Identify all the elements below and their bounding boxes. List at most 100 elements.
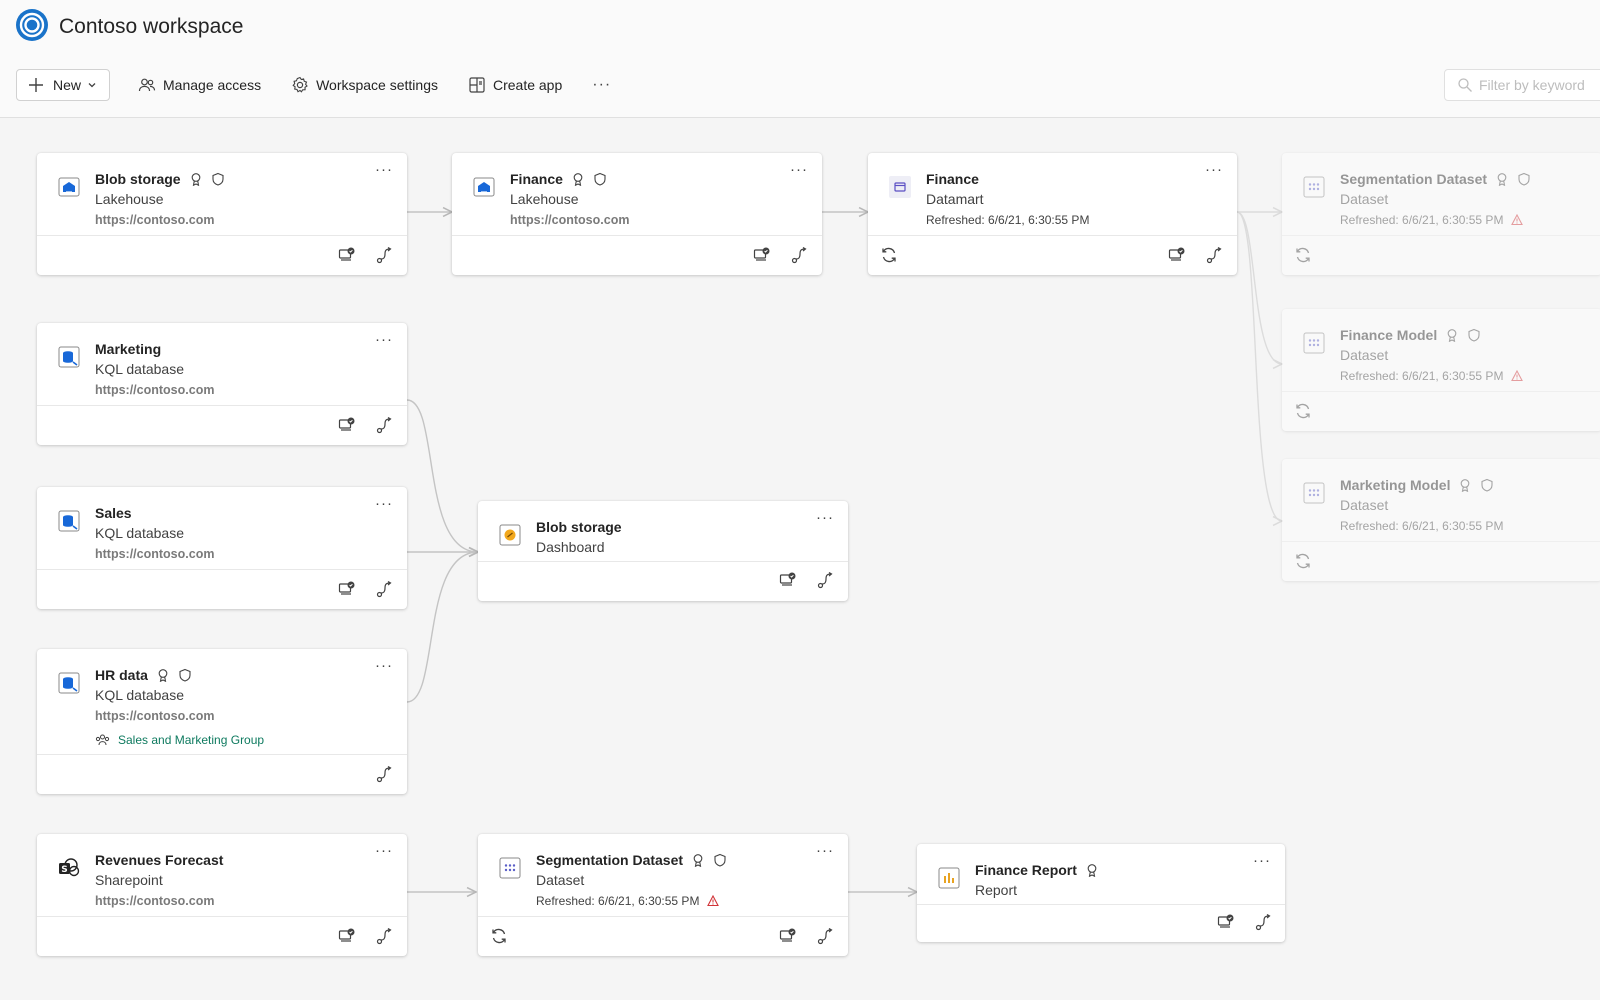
impact-analysis-icon[interactable] bbox=[338, 246, 356, 264]
card-refreshed: Refreshed: 6/6/21, 6:30:55 PM bbox=[1340, 519, 1504, 533]
lineage-icon[interactable] bbox=[376, 246, 394, 264]
card-hr-data-kql[interactable]: HR data KQL database https://contoso.com… bbox=[37, 649, 407, 794]
impact-analysis-icon[interactable] bbox=[338, 927, 356, 945]
create-app-button[interactable]: Create app bbox=[468, 69, 562, 101]
lineage-icon[interactable] bbox=[1255, 913, 1273, 931]
refresh-icon[interactable] bbox=[1294, 246, 1312, 264]
card-name: Finance Model bbox=[1340, 327, 1438, 343]
card-more-button[interactable]: ··· bbox=[816, 509, 834, 526]
card-type: Lakehouse bbox=[95, 191, 164, 207]
search-icon bbox=[1458, 78, 1472, 92]
new-button[interactable]: New bbox=[16, 69, 111, 101]
endorsement-icon bbox=[191, 173, 200, 186]
card-segmentation-dataset[interactable]: Segmentation Dataset Dataset Refreshed: … bbox=[478, 834, 848, 956]
card-marketing-model-faded[interactable]: Marketing Model Dataset Refreshed: 6/6/2… bbox=[1282, 459, 1600, 581]
lineage-icon[interactable] bbox=[817, 927, 835, 945]
refresh-icon[interactable] bbox=[880, 246, 898, 264]
lineage-icon[interactable] bbox=[376, 416, 394, 434]
new-button-label: New bbox=[53, 77, 82, 93]
endorsement-icon bbox=[1447, 329, 1457, 342]
dataset-icon bbox=[1303, 176, 1325, 198]
card-name: Finance bbox=[510, 171, 563, 187]
impact-analysis-icon[interactable] bbox=[338, 416, 356, 434]
lineage-icon[interactable] bbox=[791, 246, 809, 264]
card-divider bbox=[478, 561, 848, 562]
lineage-icon[interactable] bbox=[376, 580, 394, 598]
card-more-button[interactable]: ··· bbox=[1205, 161, 1223, 178]
card-url[interactable]: https://contoso.com bbox=[510, 213, 629, 227]
card-more-button[interactable]: ··· bbox=[375, 161, 393, 178]
card-more-button[interactable]: ··· bbox=[375, 331, 393, 348]
lineage-icon[interactable] bbox=[817, 571, 835, 589]
impact-analysis-icon[interactable] bbox=[1217, 913, 1235, 931]
card-name: Marketing bbox=[95, 341, 162, 357]
manage-access-button[interactable]: Manage access bbox=[138, 69, 261, 101]
card-name: Finance bbox=[926, 171, 979, 187]
card-type: Datamart bbox=[926, 191, 984, 207]
lineage-icon[interactable] bbox=[376, 927, 394, 945]
card-url[interactable]: https://contoso.com bbox=[95, 213, 214, 227]
filter-input[interactable]: Filter by keyword bbox=[1444, 69, 1600, 101]
card-blob-storage-lakehouse[interactable]: Blob storage Lakehouse https://contoso.c… bbox=[37, 153, 407, 275]
card-name: HR data bbox=[95, 667, 148, 683]
card-finance-lakehouse[interactable]: Finance Lakehouse https://contoso.com ··… bbox=[452, 153, 822, 275]
workspace-header: Contoso workspace New Manage access Work… bbox=[0, 0, 1600, 118]
card-marketing-kql[interactable]: Marketing KQL database https://contoso.c… bbox=[37, 323, 407, 445]
datamart-icon bbox=[889, 176, 911, 198]
filter-placeholder: Filter by keyword bbox=[1479, 77, 1585, 93]
card-more-button[interactable]: ··· bbox=[375, 495, 393, 512]
refresh-icon[interactable] bbox=[1294, 552, 1312, 570]
refresh-icon[interactable] bbox=[490, 927, 508, 945]
people-icon bbox=[138, 78, 156, 92]
dataset-icon bbox=[1303, 332, 1325, 354]
card-type: Lakehouse bbox=[510, 191, 579, 207]
card-finance-model-faded[interactable]: Finance Model Dataset Refreshed: 6/6/21,… bbox=[1282, 309, 1600, 431]
card-divider bbox=[37, 916, 407, 917]
card-more-button[interactable]: ··· bbox=[790, 161, 808, 178]
plus-icon bbox=[29, 78, 43, 92]
dataset-icon bbox=[499, 857, 521, 879]
workspace-settings-button[interactable]: Workspace settings bbox=[291, 69, 438, 101]
card-divider bbox=[1282, 235, 1600, 236]
card-blob-storage-dashboard[interactable]: Blob storage Dashboard ··· bbox=[478, 501, 848, 601]
card-url[interactable]: https://contoso.com bbox=[95, 547, 214, 561]
card-finance-datamart[interactable]: Finance Datamart Refreshed: 6/6/21, 6:30… bbox=[868, 153, 1237, 275]
kql-database-icon bbox=[58, 672, 80, 694]
impact-analysis-icon[interactable] bbox=[779, 571, 797, 589]
card-more-button[interactable]: ··· bbox=[375, 842, 393, 859]
lineage-icon[interactable] bbox=[1206, 246, 1224, 264]
impact-analysis-icon[interactable] bbox=[779, 927, 797, 945]
card-more-button[interactable]: ··· bbox=[1253, 852, 1271, 869]
impact-analysis-icon[interactable] bbox=[1168, 246, 1186, 264]
shield-icon bbox=[179, 668, 191, 682]
lakehouse-icon bbox=[473, 177, 495, 197]
toolbar: New Manage access Workspace settings Cre… bbox=[16, 69, 611, 101]
card-url[interactable]: https://contoso.com bbox=[95, 383, 214, 397]
impact-analysis-icon[interactable] bbox=[753, 246, 771, 264]
lineage-icon[interactable] bbox=[376, 765, 394, 783]
card-revenues-forecast[interactable]: S Revenues Forecast Sharepoint https://c… bbox=[37, 834, 407, 956]
card-segmentation-dataset-faded[interactable]: Segmentation Dataset Dataset Refreshed: … bbox=[1282, 153, 1600, 275]
card-finance-report[interactable]: Finance Report Report ··· bbox=[917, 844, 1285, 942]
card-more-button[interactable]: ··· bbox=[816, 842, 834, 859]
card-divider bbox=[37, 235, 407, 236]
report-icon bbox=[938, 867, 960, 889]
card-type: KQL database bbox=[95, 525, 184, 541]
card-divider bbox=[1282, 541, 1600, 542]
card-refreshed: Refreshed: 6/6/21, 6:30:55 PM bbox=[926, 213, 1090, 227]
card-url[interactable]: https://contoso.com bbox=[95, 894, 214, 908]
endorsement-icon bbox=[1497, 173, 1507, 186]
card-divider bbox=[917, 904, 1285, 905]
card-url[interactable]: https://contoso.com bbox=[95, 709, 214, 723]
group-link-label: Sales and Marketing Group bbox=[118, 732, 265, 747]
toolbar-more-button[interactable]: ··· bbox=[592, 69, 611, 101]
sharepoint-icon: S bbox=[59, 858, 80, 877]
shield-icon bbox=[1518, 172, 1530, 186]
impact-analysis-icon[interactable] bbox=[338, 580, 356, 598]
group-link[interactable]: Sales and Marketing Group bbox=[95, 732, 264, 747]
refresh-icon[interactable] bbox=[1294, 402, 1312, 420]
card-more-button[interactable]: ··· bbox=[375, 657, 393, 674]
card-type: Sharepoint bbox=[95, 872, 163, 888]
card-sales-kql[interactable]: Sales KQL database https://contoso.com ·… bbox=[37, 487, 407, 609]
shield-icon bbox=[1481, 478, 1494, 492]
